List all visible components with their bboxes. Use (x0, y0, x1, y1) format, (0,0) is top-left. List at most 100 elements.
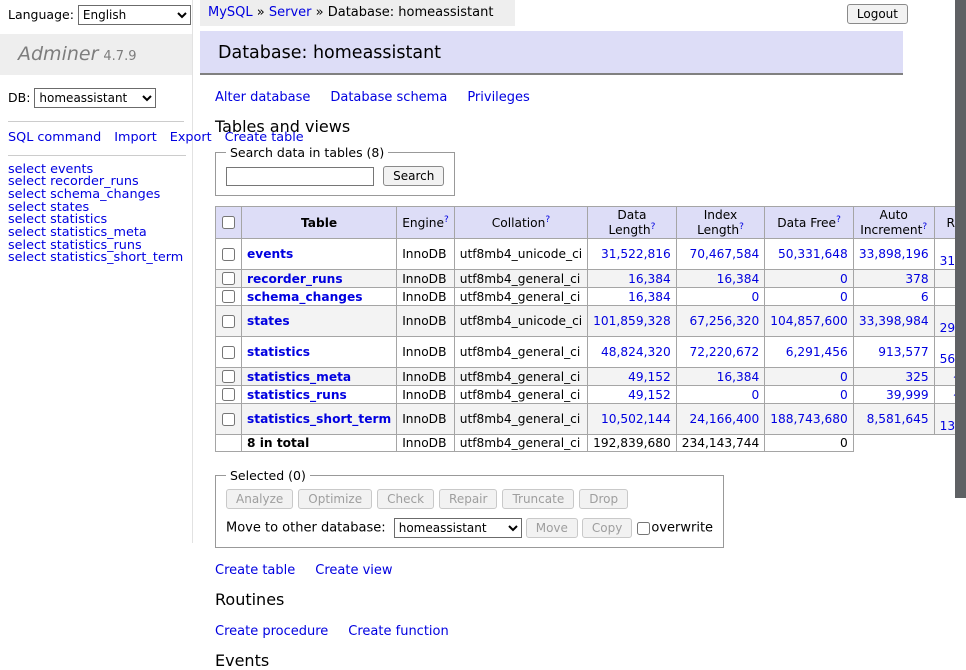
search-input[interactable] (226, 167, 374, 186)
table-name-link[interactable]: recorder_runs (247, 272, 343, 286)
auto-increment-link[interactable]: 33,398,984 (859, 314, 929, 328)
help-link[interactable]: ? (545, 215, 550, 225)
breadcrumb-link[interactable]: Server (269, 5, 312, 20)
collation-cell: utf8mb4_general_ci (454, 270, 587, 288)
table-name-link[interactable]: schema_changes (247, 290, 362, 304)
row-checkbox[interactable] (222, 370, 235, 383)
language-label: Language: (8, 7, 74, 22)
analyze-button[interactable]: Analyze (226, 489, 293, 509)
optimize-button[interactable]: Optimize (298, 489, 372, 509)
data-length-link[interactable]: 16,384 (628, 272, 671, 286)
data-free-link[interactable]: 0 (840, 370, 848, 384)
scrollbar-thumb[interactable] (955, 0, 966, 498)
help-link[interactable]: ? (444, 215, 449, 225)
move-db-select[interactable]: homeassistant (394, 518, 522, 538)
vertical-scrollbar[interactable] (955, 0, 966, 543)
search-fieldset: Search data in tables (8) Search (215, 145, 455, 196)
data-free-link[interactable]: 0 (840, 290, 848, 304)
db-select[interactable]: homeassistant (34, 88, 156, 108)
data-free-link[interactable]: 50,331,648 (778, 247, 848, 261)
table-name-link[interactable]: states (247, 314, 290, 328)
data-free-link[interactable]: 104,857,600 (770, 314, 848, 328)
index-length-link[interactable]: 16,384 (717, 370, 760, 384)
data-length-link[interactable]: 31,522,816 (601, 247, 671, 261)
repair-button[interactable]: Repair (439, 489, 497, 509)
auto-increment-link[interactable]: 6 (921, 290, 929, 304)
create-link[interactable]: Create table (215, 563, 295, 578)
db-nav-link[interactable]: Privileges (467, 90, 530, 105)
language-select[interactable]: English (78, 5, 191, 25)
logout-button[interactable]: Logout (847, 4, 908, 24)
row-checkbox[interactable] (222, 290, 235, 303)
auto-increment-link[interactable]: 39,999 (886, 388, 929, 402)
data-length-link[interactable]: 16,384 (628, 290, 671, 304)
auto-increment-link[interactable]: 913,577 (878, 345, 928, 359)
data-length-link[interactable]: 49,152 (628, 370, 671, 384)
copy-button[interactable]: Copy (582, 518, 632, 538)
breadcrumb-current: Database: homeassistant (328, 5, 494, 20)
overwrite-checkbox[interactable] (637, 522, 650, 535)
data-length-link[interactable]: 101,859,328 (593, 314, 671, 328)
help-link[interactable]: ? (739, 222, 744, 232)
breadcrumb-link[interactable]: MySQL (208, 5, 253, 20)
db-nav-link[interactable]: Alter database (215, 90, 310, 105)
row-checkbox-cell (216, 337, 242, 368)
index-length-link[interactable]: 67,256,320 (689, 314, 759, 328)
table-link[interactable]: statistics_short_term (50, 250, 183, 265)
table-name-cell: events (242, 239, 397, 270)
data-free-link[interactable]: 0 (840, 272, 848, 286)
row-checkbox-cell (216, 386, 242, 404)
row-checkbox[interactable] (222, 315, 235, 328)
data-free-cell: 0 (765, 288, 854, 306)
index-length-link[interactable]: 72,220,672 (689, 345, 759, 359)
index-length-link[interactable]: 16,384 (717, 272, 760, 286)
table-name-link[interactable]: statistics (247, 345, 310, 359)
index-length-link[interactable]: 0 (752, 290, 760, 304)
help-link[interactable]: ? (651, 222, 656, 232)
routine-link[interactable]: Create procedure (215, 624, 328, 639)
tables-table: TableEngine?Collation?Data Length?Index … (215, 206, 966, 452)
table-name-link[interactable]: statistics_meta (247, 370, 351, 384)
engine-cell: InnoDB (397, 337, 455, 368)
app-version: 4.7.9 (103, 49, 136, 64)
data-length-link[interactable]: 49,152 (628, 388, 671, 402)
sidebar-action-link[interactable]: Import (114, 130, 156, 145)
auto-increment-link[interactable]: 33,898,196 (859, 247, 929, 261)
row-checkbox[interactable] (222, 272, 235, 285)
row-checkbox-cell (216, 368, 242, 386)
help-link[interactable]: ? (922, 222, 927, 232)
db-nav-link[interactable]: Database schema (330, 90, 447, 105)
total-label-cell: 8 in total (242, 435, 397, 452)
check-button[interactable]: Check (377, 489, 434, 509)
data-length-link[interactable]: 48,824,320 (601, 345, 671, 359)
index-length-link[interactable]: 24,166,400 (689, 412, 759, 426)
sidebar-action-link[interactable]: SQL command (8, 130, 101, 145)
data-length-link[interactable]: 10,502,144 (601, 412, 671, 426)
help-link[interactable]: ? (836, 215, 841, 225)
index-length-link[interactable]: 0 (752, 388, 760, 402)
auto-increment-link[interactable]: 8,581,645 (867, 412, 929, 426)
move-button[interactable]: Move (526, 518, 578, 538)
db-label: DB: (8, 90, 30, 105)
row-checkbox[interactable] (222, 388, 235, 401)
index-length-cell: 70,467,584 (676, 239, 765, 270)
create-link[interactable]: Create view (315, 563, 392, 578)
drop-button[interactable]: Drop (579, 489, 628, 509)
table-name-link[interactable]: statistics_runs (247, 388, 347, 402)
table-name-link[interactable]: statistics_short_term (247, 412, 391, 426)
truncate-button[interactable]: Truncate (502, 489, 574, 509)
data-free-link[interactable]: 0 (840, 388, 848, 402)
row-checkbox[interactable] (222, 346, 235, 359)
row-checkbox[interactable] (222, 248, 235, 261)
select-link[interactable]: select (8, 250, 46, 265)
routine-link[interactable]: Create function (348, 624, 448, 639)
table-name-link[interactable]: events (247, 247, 293, 261)
data-free-link[interactable]: 6,291,456 (786, 345, 848, 359)
index-length-link[interactable]: 70,467,584 (689, 247, 759, 261)
auto-increment-link[interactable]: 325 (905, 370, 928, 384)
row-checkbox[interactable] (222, 413, 235, 426)
data-free-link[interactable]: 188,743,680 (770, 412, 848, 426)
auto-increment-link[interactable]: 378 (905, 272, 928, 286)
search-button[interactable]: Search (383, 166, 444, 186)
select-all-checkbox[interactable] (222, 216, 235, 229)
